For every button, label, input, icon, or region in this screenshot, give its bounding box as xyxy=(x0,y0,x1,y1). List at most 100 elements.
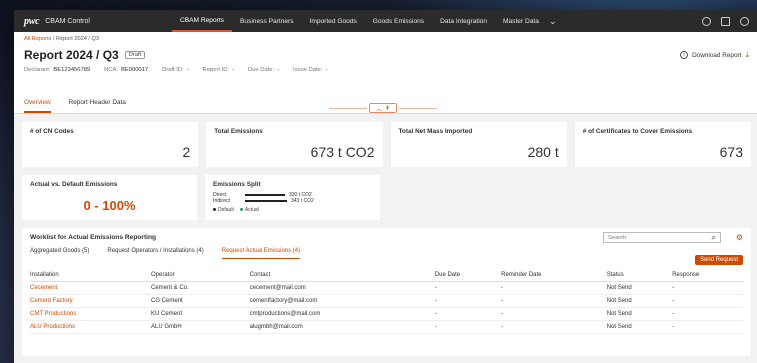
installation-link[interactable]: CMT Productions xyxy=(30,307,151,321)
column-header[interactable]: Response xyxy=(672,269,743,282)
nav-item-goods-emissions[interactable]: Goods Emissions xyxy=(365,10,432,32)
overview-content: # of CN Codes 2 Total Emissions 673 t CO… xyxy=(14,114,757,363)
kpi-cards: # of CN Codes 2 Total Emissions 673 t CO… xyxy=(22,122,751,167)
column-header[interactable]: Contact xyxy=(249,269,435,282)
due-date-cell: - xyxy=(434,281,502,295)
help-icon[interactable] xyxy=(702,16,711,26)
column-header[interactable]: Reminder Date xyxy=(501,269,607,282)
divider xyxy=(329,108,367,109)
breadcrumb: All Reports / Report 2024 / Q3 xyxy=(24,36,749,42)
reminder-date-cell: - xyxy=(501,307,607,321)
tab-request-operators[interactable]: Request Operators / Installations (4) xyxy=(107,248,203,259)
status-cell: Not Send xyxy=(606,281,673,295)
send-request-button[interactable]: Send Request xyxy=(694,255,743,265)
nav-item-business-partners[interactable]: Business Partners xyxy=(232,10,302,32)
second-row-cards: Actual vs. Default Emissions 0 - 100% Em… xyxy=(22,175,751,220)
due-date-cell: - xyxy=(434,294,502,308)
search-icon[interactable]: ⌕ xyxy=(712,233,716,243)
due-date-cell: - xyxy=(434,307,502,321)
status-cell: Not Send xyxy=(606,294,673,308)
nav-item-imported-goods[interactable]: Imported Goods xyxy=(302,10,365,32)
nav-item-data-integration[interactable]: Data Integration xyxy=(432,10,495,32)
nav-item-master-data[interactable]: Master Data xyxy=(495,10,547,32)
reminder-date-cell: - xyxy=(501,281,607,295)
due-date-cell: - xyxy=(434,320,502,334)
response-cell: - xyxy=(672,294,743,308)
split-label: Indirect xyxy=(213,198,231,204)
card-certificates[interactable]: # of Certificates to Cover Emissions 673 xyxy=(574,122,751,167)
card-label: # of Certificates to Cover Emissions xyxy=(582,128,693,135)
user-icon[interactable] xyxy=(740,16,749,26)
fullscreen-icon[interactable] xyxy=(721,16,730,26)
split-legend: Default Actual xyxy=(213,207,372,213)
card-net-mass[interactable]: Total Net Mass Imported 280 t xyxy=(390,122,567,167)
tab-request-actual-emissions[interactable]: Request Actual Emissions (4) xyxy=(221,248,301,259)
column-header[interactable]: Installation xyxy=(30,269,151,282)
report-header: All Reports / Report 2024 / Q3 Report 20… xyxy=(14,32,757,114)
operator-cell: KU Cement xyxy=(151,307,250,321)
installation-link[interactable]: Cement Factory xyxy=(30,294,151,308)
table-row[interactable]: Cement Factory CG Cement cementfactory@m… xyxy=(30,294,743,308)
contact-cell: cmtproductions@mail.com xyxy=(249,307,435,321)
card-cn-codes[interactable]: # of CN Codes 2 xyxy=(22,122,199,167)
card-label: # of CN Codes xyxy=(30,128,74,135)
brand: pwc CBAM Control xyxy=(24,16,172,27)
pin-icon: ⇞ xyxy=(384,105,391,112)
top-navigation: pwc CBAM Control CBAM Reports Business P… xyxy=(14,10,757,32)
response-cell: - xyxy=(672,320,743,334)
installation-link[interactable]: ALU Productions xyxy=(30,320,151,334)
card-value: 0 - 100% xyxy=(83,198,136,213)
chevron-down-icon[interactable]: ⌄ xyxy=(547,10,557,32)
chevron-up-icon: ︿ xyxy=(375,106,382,113)
breadcrumb-all-reports[interactable]: All Reports xyxy=(24,36,51,42)
meta-nca: NCA: BE000017 xyxy=(104,67,149,73)
table-header-row: Installation Operator Contact Due Date R… xyxy=(30,269,743,282)
card-actual-vs-default[interactable]: Actual vs. Default Emissions 0 - 100% xyxy=(22,175,197,220)
brand-logo: pwc xyxy=(24,15,40,27)
collapse-header-button[interactable]: ︿ ⇞ xyxy=(369,103,397,113)
download-label: Download Report xyxy=(692,51,742,59)
table-row[interactable]: ALU Productions ALU GmbH alugmbh@mail.co… xyxy=(30,320,743,334)
card-label: Total Emissions xyxy=(214,128,263,135)
report-tabs: Overview Report Header Data xyxy=(24,99,126,113)
legend-default: Default xyxy=(213,207,234,213)
split-bar xyxy=(245,200,287,202)
worklist-tabs: Aggregated Goods (5) Request Operators /… xyxy=(30,248,743,259)
meta-declarant: Declarant: BE123456789 xyxy=(24,67,91,73)
card-total-emissions[interactable]: Total Emissions 673 t CO2 xyxy=(206,122,383,167)
tab-aggregated-goods[interactable]: Aggregated Goods (5) xyxy=(30,248,89,259)
tab-overview[interactable]: Overview xyxy=(24,99,51,113)
tab-report-header-data[interactable]: Report Header Data xyxy=(69,99,126,113)
card-value: 280 t xyxy=(527,144,559,160)
card-value: 673 xyxy=(719,144,743,160)
table-row[interactable]: Cecement Cement & Co. cecement@mail.com … xyxy=(30,281,743,295)
contact-cell: cecement@mail.com xyxy=(249,281,435,295)
nav-item-cbam-reports[interactable]: CBAM Reports xyxy=(172,10,232,32)
column-header[interactable]: Due Date xyxy=(434,269,502,282)
installation-link[interactable]: Cecement xyxy=(30,281,151,295)
report-meta: Declarant: BE123456789 NCA: BE000017 Draft… xyxy=(24,67,749,73)
column-header[interactable]: Status xyxy=(606,269,673,282)
card-value: 2 xyxy=(182,144,191,160)
card-emissions-split[interactable]: Emissions Split Direct 330 t CO2 Indirec… xyxy=(205,175,380,220)
card-value: 673 t CO2 xyxy=(310,144,375,160)
contact-cell: alugmbh@mail.com xyxy=(249,320,435,334)
search-placeholder: Search xyxy=(608,234,627,241)
column-header[interactable]: Operator xyxy=(151,269,250,282)
meta-due-date: Due Date: - xyxy=(248,67,280,73)
settings-icon[interactable]: ⚙ xyxy=(736,233,743,242)
breadcrumb-current: Report 2024 / Q3 xyxy=(56,36,99,42)
split-row-indirect: Indirect 343 t CO2 xyxy=(213,198,372,204)
nav-menu: CBAM Reports Business Partners Imported … xyxy=(172,10,556,32)
table-row[interactable]: CMT Productions KU Cement cmtproductions… xyxy=(30,307,743,321)
download-report-button[interactable]: i Download Report ⤓ xyxy=(680,50,749,60)
page-title: Report 2024 / Q3 xyxy=(24,48,119,62)
search-input[interactable]: Search ⌕ xyxy=(603,232,721,243)
card-label: Total Net Mass Imported xyxy=(398,128,473,135)
status-cell: Not Send xyxy=(606,307,673,321)
app-name: CBAM Control xyxy=(45,17,90,25)
status-badge: Draft xyxy=(124,51,146,59)
download-icon: ⤓ xyxy=(745,50,749,59)
response-cell: - xyxy=(672,281,743,295)
meta-issue-date: Issue Date: - xyxy=(293,67,328,73)
